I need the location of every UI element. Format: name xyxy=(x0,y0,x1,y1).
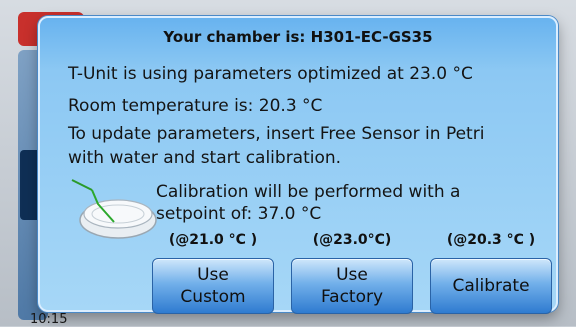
instruction-line-2: with water and start calibration. xyxy=(68,148,342,168)
use-custom-label-line1: Use xyxy=(197,265,229,285)
factory-temp-caption: (@23.0°C) xyxy=(312,232,392,248)
calibration-note: Calibration will be performed with a set… xyxy=(156,181,460,225)
room-temperature: Room temperature is: 20.3 °C xyxy=(68,96,323,116)
use-factory-label-line1: Use xyxy=(336,265,368,285)
petri-dish-icon xyxy=(71,179,157,239)
calibration-note-line-1: Calibration will be performed with a xyxy=(156,182,461,202)
use-factory-label-line2: Factory xyxy=(320,287,384,307)
instruction-line-1: To update parameters, insert Free Sensor… xyxy=(68,124,485,144)
custom-temp-caption: (@21.0 °C ) xyxy=(168,232,258,248)
calibrate-button[interactable]: Calibrate xyxy=(430,258,552,314)
dialog-title: Your chamber is: H301-EC-GS35 xyxy=(163,28,433,46)
use-custom-button[interactable]: Use Custom xyxy=(152,258,274,314)
use-factory-button[interactable]: Use Factory xyxy=(291,258,413,314)
calibrate-temp-caption: (@20.3 °C ) xyxy=(446,232,536,248)
calibrate-label: Calibrate xyxy=(452,276,530,296)
calibration-setpoint: setpoint of: 37.0 °C xyxy=(156,204,322,224)
parameters-info: T-Unit is using parameters optimized at … xyxy=(68,64,473,84)
use-custom-label-line2: Custom xyxy=(180,287,246,307)
clock: 10:15 xyxy=(30,312,68,327)
calibration-dialog: Your chamber is: H301-EC-GS35 T-Unit is … xyxy=(38,16,558,314)
